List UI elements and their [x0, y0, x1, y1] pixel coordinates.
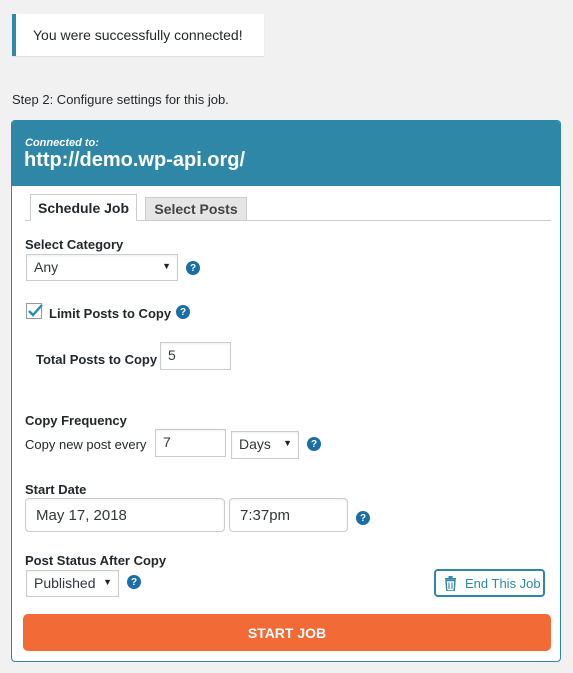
frequency-input[interactable]: 7	[155, 429, 226, 457]
tab-label: Schedule Job	[37, 199, 130, 216]
start-time-value: 7:37pm	[240, 507, 291, 524]
help-icon[interactable]: ?	[176, 305, 190, 319]
post-status-label: Post Status After Copy	[25, 553, 167, 568]
end-job-button[interactable]: End This Job	[434, 569, 545, 597]
frequency-value: 7	[163, 434, 171, 450]
limit-posts-checkbox[interactable]	[26, 303, 43, 319]
start-job-button[interactable]: START JOB	[23, 614, 551, 651]
chevron-down-icon: ▼	[103, 577, 112, 587]
start-time-input[interactable]: 7:37pm	[229, 498, 348, 532]
start-job-label: START JOB	[247, 624, 327, 641]
category-selected: Any	[34, 259, 59, 275]
help-icon[interactable]: ?	[307, 437, 321, 451]
limit-posts-label: Limit Posts to Copy	[49, 306, 172, 321]
trash-icon	[444, 576, 457, 594]
tab-schedule-job[interactable]: Schedule Job	[30, 194, 137, 221]
frequency-label: Copy Frequency	[25, 413, 127, 428]
post-status-select[interactable]: Published ▼	[26, 570, 119, 597]
chevron-down-icon: ▼	[162, 261, 171, 271]
help-icon[interactable]: ?	[186, 261, 200, 275]
help-icon[interactable]: ?	[127, 575, 141, 589]
post-status-selected: Published	[34, 575, 96, 591]
notice-message: You were successfully connected!	[33, 27, 243, 43]
connected-url: http://demo.wp-api.org/	[24, 149, 246, 171]
tab-label: Select Posts	[154, 201, 238, 217]
frequency-prefix: Copy new post every	[25, 437, 147, 452]
total-posts-value: 5	[168, 347, 176, 363]
category-label: Select Category	[25, 237, 124, 252]
total-posts-label: Total Posts to Copy	[36, 352, 158, 367]
success-notice: You were successfully connected!	[12, 14, 264, 56]
panel-header: Connected to: http://demo.wp-api.org/	[12, 121, 560, 186]
frequency-unit-select[interactable]: Days ▼	[231, 431, 299, 459]
step-heading: Step 2: Configure settings for this job.	[12, 92, 229, 107]
start-date-input[interactable]: May 17, 2018	[25, 498, 225, 532]
help-icon[interactable]: ?	[356, 511, 370, 525]
job-panel: Connected to: http://demo.wp-api.org/ Sc…	[11, 120, 561, 662]
connected-label: Connected to:	[25, 137, 99, 149]
tab-select-posts[interactable]: Select Posts	[145, 197, 247, 221]
frequency-unit-selected: Days	[239, 436, 271, 452]
category-select[interactable]: Any ▼	[26, 254, 178, 281]
total-posts-input[interactable]: 5	[160, 342, 231, 370]
start-date-label: Start Date	[25, 482, 87, 497]
start-date-value: May 17, 2018	[36, 507, 127, 524]
checkmark-icon	[28, 304, 43, 317]
chevron-down-icon: ▼	[283, 438, 292, 448]
end-job-label: End This Job	[465, 576, 541, 591]
